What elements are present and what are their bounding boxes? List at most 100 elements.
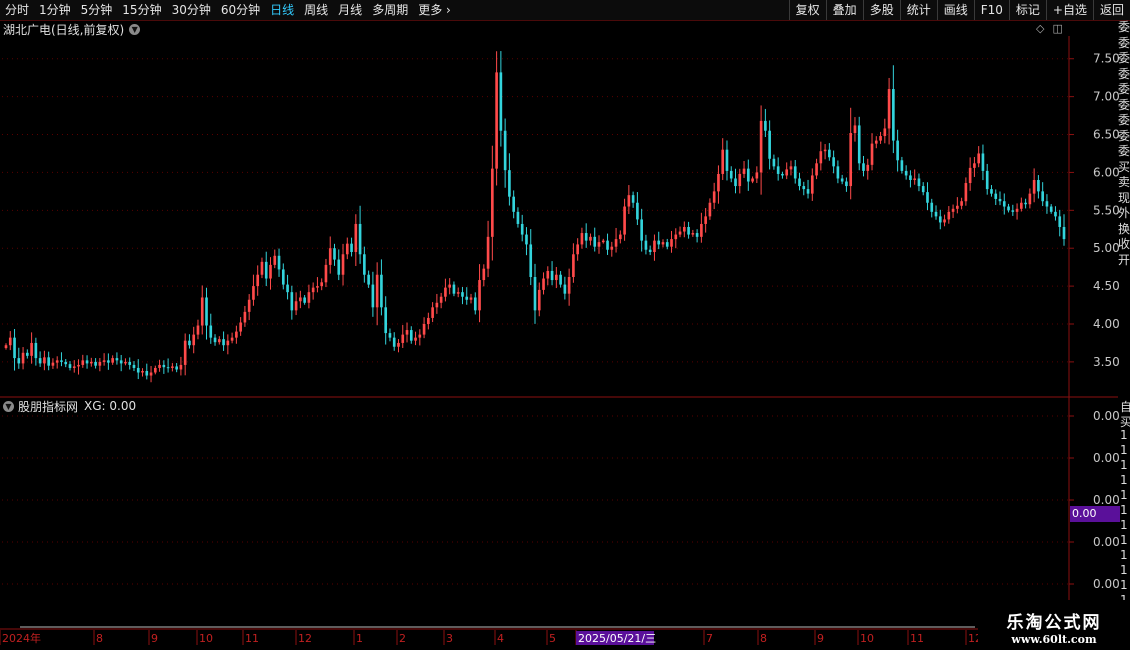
candle-body: [930, 202, 934, 212]
candle-body: [461, 292, 464, 297]
side-label: 委: [1118, 144, 1130, 158]
candle-body: [806, 189, 810, 194]
candle-body: [277, 255, 281, 270]
candle-body: [38, 358, 42, 364]
candle-body: [781, 173, 784, 176]
candle-body: [482, 268, 486, 281]
candle-body: [145, 370, 149, 376]
candle-body: [222, 339, 225, 346]
candle-body: [921, 186, 925, 193]
candle-body: [26, 352, 29, 356]
candle-body: [422, 324, 426, 335]
candle-body: [230, 337, 234, 341]
candle-body: [256, 274, 260, 287]
side-label: 1: [1120, 548, 1128, 562]
candle-body: [674, 234, 678, 240]
candle-body: [623, 206, 626, 235]
y-tick-label: 7.00: [1093, 90, 1120, 104]
candle-body: [682, 226, 686, 232]
date-label: 3: [446, 632, 453, 645]
candle-body: [853, 125, 857, 134]
candle-body: [465, 296, 469, 300]
candle-body: [264, 261, 268, 279]
main-chart[interactable]: 3.50 4.00 4.50 5.00 5.50 6.00 6.50 7.00 7.50 0.00…: [0, 0, 1130, 650]
side-label: 1: [1120, 473, 1128, 487]
date-label: 2024年: [2, 631, 41, 645]
side-label: 外: [1118, 206, 1130, 220]
date-label: 2: [399, 632, 406, 645]
candle-body: [68, 364, 72, 368]
candle-body: [883, 128, 887, 137]
side-label: 卖: [1118, 175, 1130, 189]
candle-body: [990, 189, 993, 194]
candle-body: [85, 360, 89, 364]
candle-body: [205, 297, 208, 326]
candle-body: [866, 164, 870, 171]
candle-body: [759, 120, 763, 173]
side-label: 委: [1118, 51, 1130, 65]
indicator-tick-label: 0.00: [1093, 493, 1120, 507]
candle-body: [299, 297, 302, 302]
candle-body: [998, 198, 1002, 202]
candle-body: [892, 89, 895, 141]
candle-body: [456, 292, 460, 294]
chevron-down-icon[interactable]: ▼: [3, 400, 14, 412]
candle-body: [712, 191, 716, 203]
candle-body: [1062, 226, 1066, 240]
candle-body: [188, 340, 191, 346]
candle-body: [427, 317, 430, 324]
side-label: 收: [1118, 237, 1130, 251]
site-logo: 乐淘公式网 www.60lt.com: [978, 600, 1130, 650]
candle-body: [793, 166, 797, 179]
candle-body: [367, 274, 370, 285]
candle-body: [55, 360, 59, 363]
candle-body: [4, 345, 8, 349]
candle-body: [1028, 193, 1032, 205]
candle-body: [815, 163, 818, 176]
candle-body: [495, 72, 498, 169]
side-label: 1: [1120, 563, 1128, 577]
candle-body: [951, 208, 955, 212]
side-label: 委: [1118, 82, 1130, 96]
candle-body: [341, 254, 345, 275]
candle-body: [90, 361, 93, 364]
candle-body: [8, 337, 12, 346]
candle-body: [589, 236, 592, 241]
candle-body: [520, 223, 524, 235]
indicator-tick-label: 0.00: [1093, 577, 1120, 591]
side-label: 委: [1118, 97, 1130, 112]
candle-body: [819, 151, 823, 164]
indicator-tick-label: 0.00: [1093, 451, 1120, 465]
candle-body: [380, 274, 383, 308]
candle-body: [226, 340, 230, 346]
candle-body: [473, 297, 477, 311]
candle-body: [546, 270, 550, 279]
candle-body: [909, 175, 912, 180]
side-label: 开: [1118, 252, 1130, 267]
candle-body: [107, 360, 110, 363]
logo-url: www.60lt.com: [1011, 633, 1097, 646]
candle-body: [823, 149, 827, 152]
candle-body: [260, 261, 264, 275]
candle-body: [938, 216, 942, 223]
candle-body: [1045, 201, 1049, 207]
side-label: 换: [1118, 221, 1130, 236]
candle-body: [985, 170, 989, 190]
candle-body: [354, 223, 358, 252]
candle-body: [17, 358, 21, 364]
candle-body: [64, 361, 68, 365]
candle-body: [243, 311, 247, 323]
candle-body: [1049, 206, 1053, 212]
candle-body: [717, 173, 720, 192]
side-label: 1: [1120, 488, 1128, 502]
y-tick-label: 5.50: [1093, 203, 1120, 217]
candle-body: [721, 149, 725, 174]
side-label: 1: [1120, 578, 1128, 592]
candle-body: [392, 337, 396, 347]
candle-body: [896, 140, 899, 161]
date-label: 4: [497, 632, 504, 645]
candle-body: [486, 236, 490, 269]
candle-body: [183, 340, 187, 365]
candle-body: [294, 301, 298, 311]
candle-body: [576, 244, 579, 255]
